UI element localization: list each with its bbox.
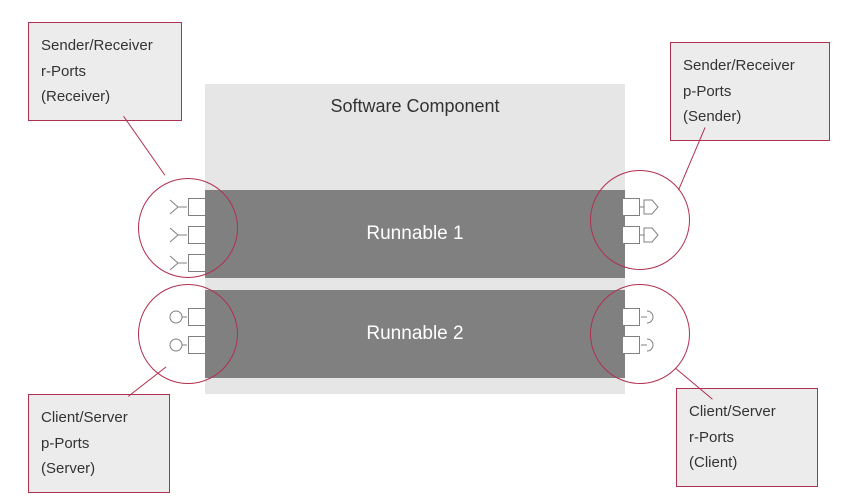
runnable-label: Runnable 2 bbox=[366, 323, 463, 345]
runnable-label: Runnable 1 bbox=[366, 223, 463, 245]
callout-line: r-Ports bbox=[41, 59, 169, 85]
callout-line: p-Ports bbox=[683, 79, 817, 105]
callout-line: (Sender) bbox=[683, 104, 817, 130]
connector-line-icon bbox=[123, 116, 165, 176]
callout-line: Sender/Receiver bbox=[41, 33, 169, 59]
callout-server: Client/Server p-Ports (Server) bbox=[28, 394, 170, 493]
highlight-ring-icon bbox=[138, 178, 238, 278]
callout-line: Client/Server bbox=[41, 405, 157, 431]
highlight-ring-icon bbox=[138, 284, 238, 384]
callout-receiver: Sender/Receiver r-Ports (Receiver) bbox=[28, 22, 182, 121]
runnable-1: Runnable 1 bbox=[205, 190, 625, 278]
callout-line: p-Ports bbox=[41, 431, 157, 457]
callout-sender: Sender/Receiver p-Ports (Sender) bbox=[670, 42, 830, 141]
highlight-ring-icon bbox=[590, 170, 690, 270]
callout-line: Client/Server bbox=[689, 399, 805, 425]
callout-line: r-Ports bbox=[689, 425, 805, 451]
callout-line: (Client) bbox=[689, 450, 805, 476]
connector-line-icon bbox=[128, 366, 166, 396]
callout-line: (Receiver) bbox=[41, 84, 169, 110]
callout-client: Client/Server r-Ports (Client) bbox=[676, 388, 818, 487]
runnable-2: Runnable 2 bbox=[205, 290, 625, 378]
callout-line: (Server) bbox=[41, 456, 157, 482]
callout-line: Sender/Receiver bbox=[683, 53, 817, 79]
component-title: Software Component bbox=[205, 84, 625, 117]
